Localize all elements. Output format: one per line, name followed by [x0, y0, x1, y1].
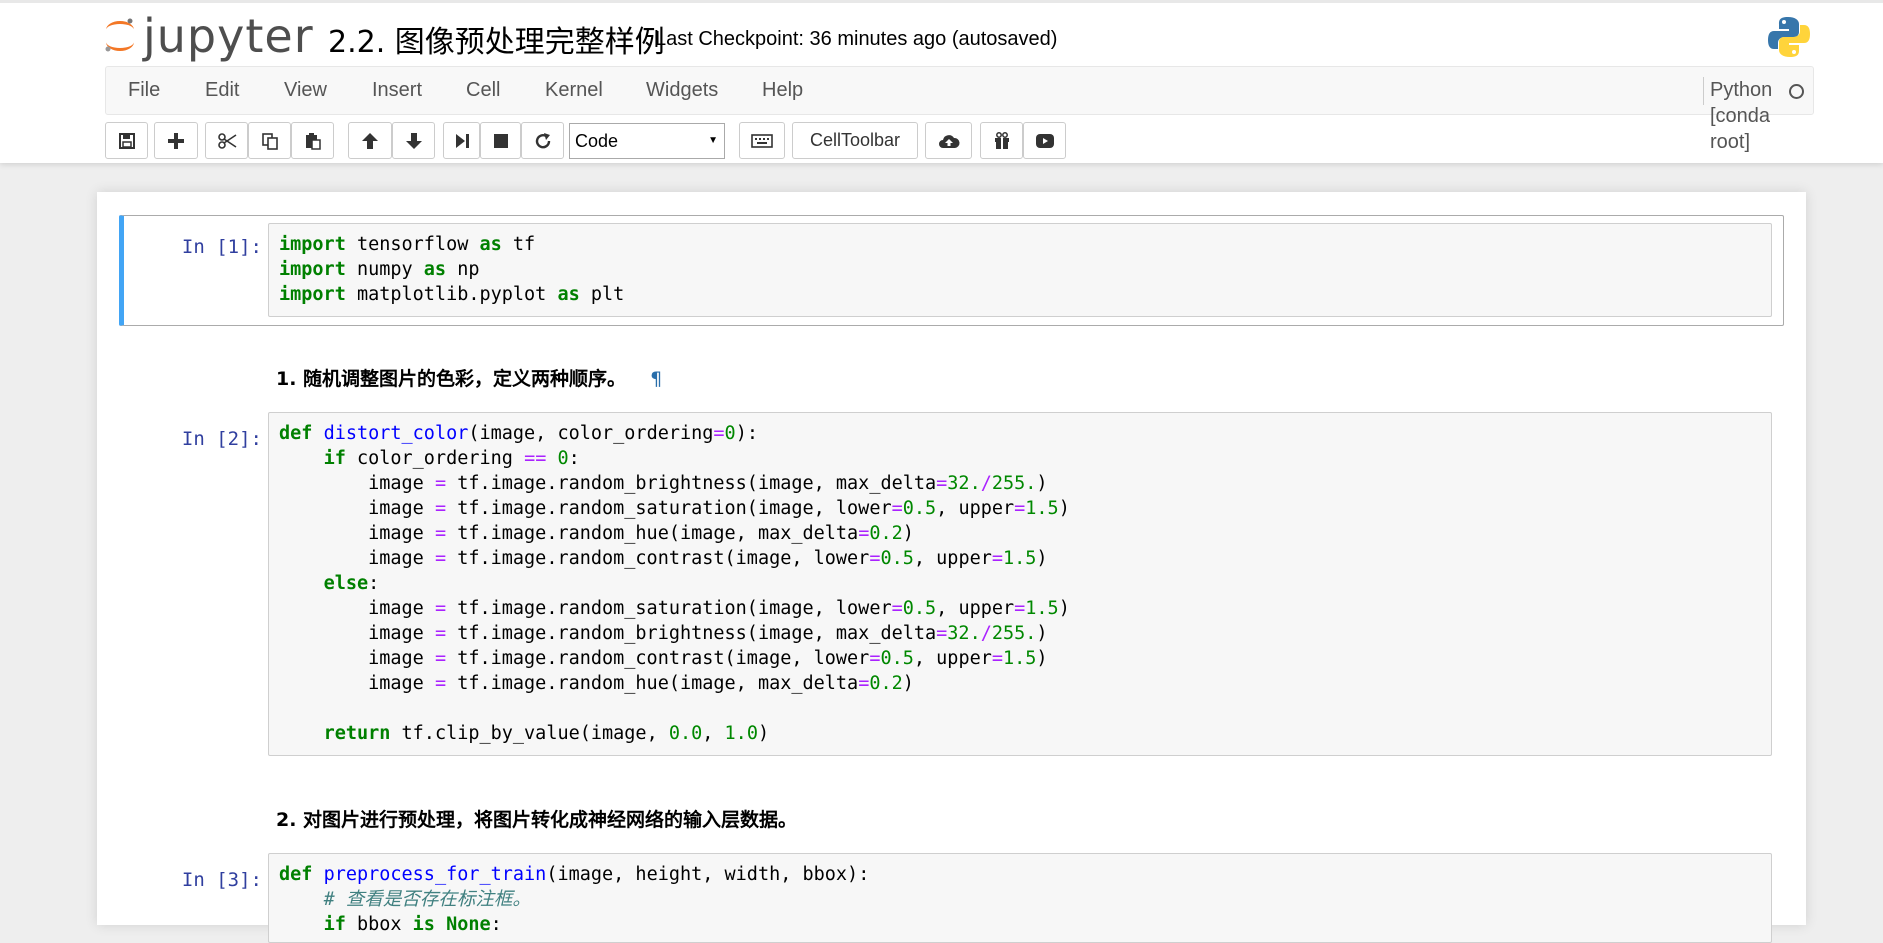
markdown-heading[interactable]: 1. 随机调整图片的色彩，定义两种顺序。 ¶: [276, 364, 662, 391]
markdown-text: 2. 对图片进行预处理，将图片转化成神经网络的输入层数据。: [276, 809, 798, 831]
input-prompt: In [3]:: [181, 869, 262, 891]
menubar: File Edit View Insert Cell Kernel Widget…: [105, 66, 1814, 153]
logo-text: jupyter: [143, 9, 314, 63]
restart-kernel-button[interactable]: [521, 122, 564, 159]
run-cell-button[interactable]: [443, 122, 480, 159]
code-cell[interactable]: In [2]: def distort_color(image, color_o…: [119, 412, 1784, 764]
insert-cell-button[interactable]: [154, 122, 198, 159]
code-line: def distort_color(image, color_ordering=…: [279, 423, 758, 444]
save-icon: [118, 132, 135, 149]
code-line: image = tf.image.random_brightness(image…: [279, 473, 1048, 494]
menu-widgets[interactable]: Widgets: [646, 79, 718, 102]
code-text: def distort_color(image, color_ordering=…: [279, 421, 1070, 746]
keyboard-icon: [751, 133, 773, 148]
notebook-title[interactable]: 2.2. 图像预处理完整样例: [328, 17, 665, 61]
jupyter-logo[interactable]: jupyter: [103, 9, 313, 63]
code-line: if color_ordering == 0:: [323, 448, 580, 469]
code-line: # 查看是否存在标注框。: [323, 889, 531, 910]
anchor-link[interactable]: ¶: [650, 368, 662, 390]
markdown-text: 1. 随机调整图片的色彩，定义两种顺序。: [276, 368, 627, 390]
code-line: import tensorflow as tf: [279, 234, 536, 255]
code-line: image = tf.image.random_contrast(image, …: [279, 548, 1048, 569]
checkpoint-status: Last Checkpoint: 36 minutes ago (autosav…: [655, 28, 1058, 50]
code-editor[interactable]: def preprocess_for_train(image, height, …: [268, 853, 1772, 943]
code-line: import numpy as np: [279, 259, 480, 280]
code-line: image = tf.image.random_hue(image, max_d…: [279, 673, 914, 694]
menu-kernel[interactable]: Kernel: [545, 79, 603, 102]
code-text: import tensorflow as tf import numpy as n…: [279, 232, 624, 307]
notebook-container: In [1]: import tensorflow as tf import nu…: [97, 192, 1806, 943]
code-line: else:: [323, 573, 380, 594]
command-palette-button[interactable]: [739, 122, 785, 159]
menu-help[interactable]: Help: [762, 79, 803, 102]
move-cell-down-button[interactable]: [392, 122, 435, 159]
code-line: image = tf.image.random_contrast(image, …: [279, 648, 1048, 669]
jupyter-logo-icon: [105, 18, 134, 52]
menu-view[interactable]: View: [284, 79, 327, 102]
kernel-idle-indicator: [1789, 84, 1804, 99]
step-forward-icon: [455, 133, 469, 148]
input-prompt: In [2]:: [181, 428, 262, 450]
cut-button[interactable]: [205, 122, 248, 159]
copy-icon: [261, 132, 278, 150]
paste-button[interactable]: [291, 122, 334, 159]
gift-icon: [994, 131, 1009, 149]
code-line: image = tf.image.random_saturation(image…: [279, 598, 1070, 619]
copy-button[interactable]: [248, 122, 291, 159]
move-cell-up-button[interactable]: [348, 122, 392, 159]
cell-type-value: Code: [575, 131, 619, 151]
code-line: image = tf.image.random_saturation(image…: [279, 498, 1070, 519]
code-line: image = tf.image.random_brightness(image…: [279, 623, 1048, 644]
code-text: def preprocess_for_train(image, height, …: [279, 862, 869, 937]
python-logo-icon: [1768, 17, 1810, 57]
youtube-icon: [1035, 133, 1054, 148]
code-editor[interactable]: def distort_color(image, color_ordering=…: [268, 412, 1772, 756]
cut-icon: [217, 132, 236, 149]
celltoolbar-button[interactable]: CellToolbar: [792, 122, 918, 159]
upload-button[interactable]: [925, 122, 972, 159]
chevron-down-icon: ▼: [708, 135, 718, 146]
interrupt-kernel-button[interactable]: [480, 122, 521, 159]
code-line: return tf.clip_by_value(image, 0.0, 1.0): [323, 723, 770, 744]
menu-file[interactable]: File: [128, 79, 160, 102]
cell-type-select[interactable]: Code ▼: [569, 123, 725, 159]
input-prompt: In [1]:: [181, 236, 262, 258]
code-cell[interactable]: In [1]: import tensorflow as tf import nu…: [119, 215, 1784, 326]
code-line: def preprocess_for_train(image, height, …: [279, 864, 870, 885]
restart-icon: [535, 132, 550, 148]
arrow-up-icon: [362, 132, 378, 149]
paste-icon: [305, 132, 321, 150]
notebook-header: jupyter 2.2. 图像预处理完整样例 Last Checkpoint: …: [0, 0, 1883, 163]
arrow-down-icon: [405, 132, 422, 149]
code-editor[interactable]: import tensorflow as tf import numpy as n…: [268, 223, 1772, 317]
menu-cell[interactable]: Cell: [466, 79, 500, 102]
code-cell[interactable]: In [3]: def preprocess_for_train(image, …: [119, 853, 1784, 943]
menu-insert[interactable]: Insert: [372, 79, 422, 102]
presentation-button[interactable]: [1023, 122, 1066, 159]
save-button[interactable]: [105, 122, 148, 159]
stop-icon: [493, 133, 508, 148]
plus-icon: [168, 132, 184, 149]
gift-button[interactable]: [980, 122, 1023, 159]
markdown-heading[interactable]: 2. 对图片进行预处理，将图片转化成神经网络的输入层数据。: [276, 805, 797, 832]
cloud-upload-icon: [938, 134, 960, 148]
code-line: import matplotlib.pyplot as plt: [279, 284, 625, 305]
menu-edit[interactable]: Edit: [205, 79, 239, 102]
code-line: image = tf.image.random_hue(image, max_d…: [279, 523, 914, 544]
